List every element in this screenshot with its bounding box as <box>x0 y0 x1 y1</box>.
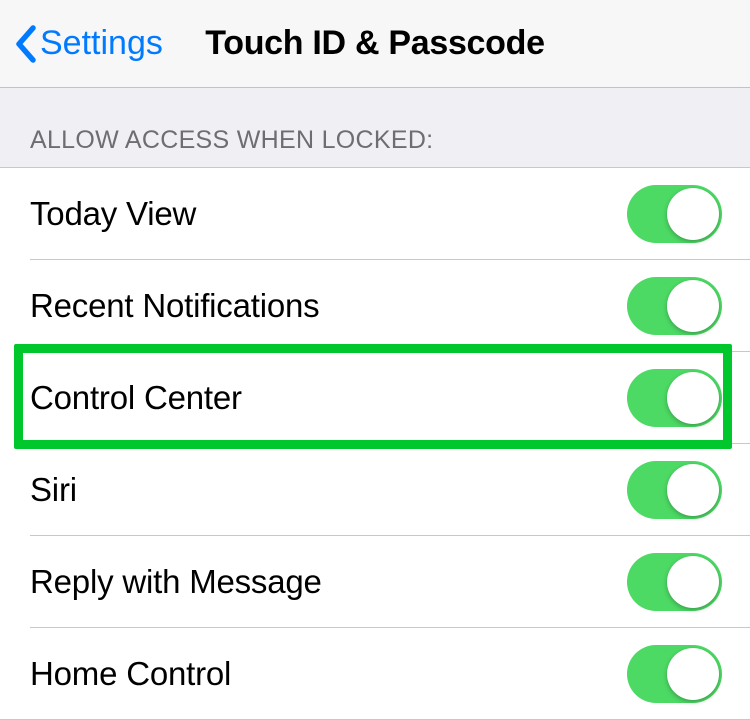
recent-notifications-toggle[interactable] <box>627 277 722 335</box>
toggle-wrap <box>627 461 750 519</box>
list-item-control-center[interactable]: Control Center <box>0 352 750 444</box>
section-header: ALLOW ACCESS WHEN LOCKED: <box>0 88 750 167</box>
toggle-wrap <box>627 277 750 335</box>
list-item-label: Siri <box>30 471 77 509</box>
list-item-siri[interactable]: Siri <box>0 444 750 536</box>
list-item-label: Reply with Message <box>30 563 322 601</box>
toggle-knob <box>667 464 719 516</box>
list-item-label: Today View <box>30 195 196 233</box>
toggle-wrap <box>627 185 750 243</box>
chevron-left-icon <box>14 25 36 63</box>
control-center-toggle[interactable] <box>627 369 722 427</box>
page-title: Touch ID & Passcode <box>205 24 544 63</box>
list-item-today-view[interactable]: Today View <box>0 168 750 260</box>
toggle-wrap <box>627 369 750 427</box>
back-label: Settings <box>40 24 163 63</box>
list-item-home-control[interactable]: Home Control <box>0 628 750 720</box>
toggle-wrap <box>627 645 750 703</box>
home-control-toggle[interactable] <box>627 645 722 703</box>
today-view-toggle[interactable] <box>627 185 722 243</box>
navigation-bar: Settings Touch ID & Passcode <box>0 0 750 88</box>
list-item-label: Home Control <box>30 655 231 693</box>
list-item-reply-with-message[interactable]: Reply with Message <box>0 536 750 628</box>
toggle-knob <box>667 648 719 700</box>
toggle-knob <box>667 556 719 608</box>
toggle-wrap <box>627 553 750 611</box>
toggle-knob <box>667 372 719 424</box>
toggle-knob <box>667 188 719 240</box>
toggle-knob <box>667 280 719 332</box>
list-item-label: Control Center <box>30 379 242 417</box>
reply-with-message-toggle[interactable] <box>627 553 722 611</box>
siri-toggle[interactable] <box>627 461 722 519</box>
list-item-label: Recent Notifications <box>30 287 319 325</box>
back-button[interactable]: Settings <box>0 24 163 63</box>
list-item-recent-notifications[interactable]: Recent Notifications <box>0 260 750 352</box>
settings-list: Today View Recent Notifications Control … <box>0 167 750 720</box>
